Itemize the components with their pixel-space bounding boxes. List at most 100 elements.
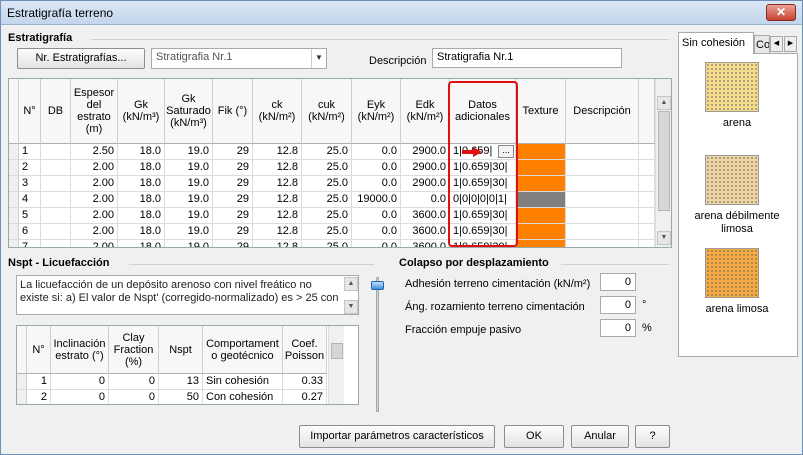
table-cell[interactable]: 0.0 bbox=[352, 176, 401, 192]
table-cell[interactable]: 12.8 bbox=[253, 208, 302, 224]
texture-cell[interactable] bbox=[516, 144, 566, 160]
column-header[interactable]: Fik (°) bbox=[213, 79, 253, 144]
column-header[interactable]: Texture bbox=[516, 79, 566, 144]
table-cell[interactable]: 2.00 bbox=[71, 224, 118, 240]
table-cell[interactable]: 18.0 bbox=[118, 224, 165, 240]
table-cell[interactable]: 0.0 bbox=[401, 192, 450, 208]
table-cell[interactable] bbox=[41, 224, 71, 240]
row-selector[interactable] bbox=[9, 144, 19, 160]
row-selector[interactable] bbox=[17, 390, 27, 404]
table-cell[interactable]: 0.33 bbox=[283, 374, 327, 390]
table-cell[interactable]: 7 bbox=[19, 240, 41, 247]
texture-cell[interactable] bbox=[516, 192, 566, 208]
column-header[interactable]: Gk Saturado (kN/m³) bbox=[165, 79, 213, 144]
table-cell[interactable]: Con cohesión bbox=[203, 390, 283, 404]
table-cell[interactable]: 18.0 bbox=[118, 160, 165, 176]
nspt-description-box[interactable]: La licuefacción de un depósito arenoso c… bbox=[16, 275, 359, 315]
table-cell[interactable]: 19.0 bbox=[165, 224, 213, 240]
field-input[interactable]: 0 bbox=[600, 319, 636, 337]
descripcion-cell[interactable] bbox=[566, 208, 639, 224]
ok-button[interactable]: OK bbox=[504, 425, 564, 448]
table-cell[interactable]: 19000.0 bbox=[352, 192, 401, 208]
table-cell[interactable]: 0 bbox=[109, 374, 159, 390]
table-cell[interactable]: 2.00 bbox=[71, 192, 118, 208]
table-cell[interactable]: 1 bbox=[19, 144, 41, 160]
texture-swatch[interactable] bbox=[705, 62, 759, 112]
column-header[interactable]: Inclinación estrato (°) bbox=[51, 326, 109, 374]
table-cell[interactable]: 1 bbox=[27, 374, 51, 390]
row-selector[interactable] bbox=[9, 176, 19, 192]
table-cell[interactable]: 0.0 bbox=[352, 144, 401, 160]
row-selector[interactable] bbox=[17, 374, 27, 390]
column-header[interactable]: Clay Fraction (%) bbox=[109, 326, 159, 374]
table-cell[interactable]: 2900.0 bbox=[401, 160, 450, 176]
chevron-down-icon[interactable]: ▼ bbox=[311, 49, 326, 68]
help-button[interactable]: ? bbox=[635, 425, 670, 448]
datos-adicionales-cell[interactable]: 1|0.659|30| bbox=[450, 240, 516, 247]
row-selector[interactable] bbox=[9, 160, 19, 176]
texture-cell[interactable] bbox=[516, 176, 566, 192]
tab-con-cohesion[interactable]: Co bbox=[754, 35, 770, 54]
table-cell[interactable]: 29 bbox=[213, 144, 253, 160]
close-button[interactable]: ✕ bbox=[766, 4, 796, 21]
table-cell[interactable]: 12.8 bbox=[253, 224, 302, 240]
table-cell[interactable]: 3600.0 bbox=[401, 240, 450, 247]
table-cell[interactable]: 25.0 bbox=[302, 160, 352, 176]
column-header[interactable]: Edk (kN/m²) bbox=[401, 79, 450, 144]
table-cell[interactable]: 2 bbox=[27, 390, 51, 404]
table-cell[interactable]: 12.8 bbox=[253, 144, 302, 160]
vertical-scrollbar[interactable] bbox=[328, 326, 344, 404]
descripcion-cell[interactable] bbox=[566, 144, 639, 160]
descripcion-cell[interactable] bbox=[566, 192, 639, 208]
table-cell[interactable]: 2.00 bbox=[71, 176, 118, 192]
table-cell[interactable]: 0.0 bbox=[352, 160, 401, 176]
column-header[interactable]: N° bbox=[19, 79, 41, 144]
descripcion-cell[interactable] bbox=[566, 176, 639, 192]
field-input[interactable]: 0 bbox=[600, 273, 636, 291]
table-cell[interactable]: 19.0 bbox=[165, 160, 213, 176]
table-cell[interactable]: 25.0 bbox=[302, 240, 352, 247]
scroll-up-icon[interactable]: ▲ bbox=[657, 96, 671, 110]
table-cell[interactable] bbox=[41, 240, 71, 247]
table-cell[interactable]: 2.00 bbox=[71, 208, 118, 224]
table-cell[interactable]: 0.0 bbox=[352, 208, 401, 224]
table-cell[interactable]: 5 bbox=[19, 208, 41, 224]
column-header[interactable]: Comportament o geotécnico bbox=[203, 326, 283, 374]
stratigraphy-combo[interactable]: Stratigrafia Nr.1 ▼ bbox=[151, 48, 327, 69]
table-cell[interactable]: 25.0 bbox=[302, 176, 352, 192]
vertical-scrollbar[interactable]: ▲ ▼ bbox=[655, 79, 671, 247]
table-cell[interactable]: 18.0 bbox=[118, 192, 165, 208]
texture-cell[interactable] bbox=[516, 208, 566, 224]
table-cell[interactable]: 25.0 bbox=[302, 208, 352, 224]
table-cell[interactable] bbox=[41, 192, 71, 208]
table-cell[interactable]: 25.0 bbox=[302, 192, 352, 208]
table-cell[interactable]: 25.0 bbox=[302, 144, 352, 160]
tab-scroll-right-icon[interactable]: ▶ bbox=[784, 36, 797, 52]
table-cell[interactable]: 3600.0 bbox=[401, 208, 450, 224]
table-cell[interactable]: 29 bbox=[213, 240, 253, 247]
table-cell[interactable]: 18.0 bbox=[118, 144, 165, 160]
table-cell[interactable]: 0 bbox=[51, 374, 109, 390]
table-cell[interactable]: 29 bbox=[213, 176, 253, 192]
table-cell[interactable]: 12.8 bbox=[253, 240, 302, 247]
table-cell[interactable]: 29 bbox=[213, 224, 253, 240]
table-cell[interactable]: 19.0 bbox=[165, 176, 213, 192]
descripcion-input[interactable]: Stratigrafia Nr.1 bbox=[432, 48, 622, 68]
texture-cell[interactable] bbox=[516, 160, 566, 176]
table-cell[interactable]: 18.0 bbox=[118, 208, 165, 224]
row-selector[interactable] bbox=[9, 224, 19, 240]
column-header[interactable]: Gk (kN/m³) bbox=[118, 79, 165, 144]
table-cell[interactable]: 4 bbox=[19, 192, 41, 208]
table-cell[interactable]: 12.8 bbox=[253, 176, 302, 192]
vertical-slider[interactable] bbox=[371, 277, 384, 412]
column-header[interactable]: DB bbox=[41, 79, 71, 144]
table-cell[interactable]: 2.50 bbox=[71, 144, 118, 160]
table-cell[interactable]: 0.0 bbox=[352, 224, 401, 240]
table-cell[interactable]: 2.00 bbox=[71, 240, 118, 247]
column-header[interactable]: Nspt bbox=[159, 326, 203, 374]
table-cell[interactable]: 18.0 bbox=[118, 240, 165, 247]
table-cell[interactable]: 3600.0 bbox=[401, 224, 450, 240]
table-cell[interactable]: Sin cohesión bbox=[203, 374, 283, 390]
tab-scroll-left-icon[interactable]: ◀ bbox=[770, 36, 783, 52]
table-cell[interactable]: 19.0 bbox=[165, 192, 213, 208]
